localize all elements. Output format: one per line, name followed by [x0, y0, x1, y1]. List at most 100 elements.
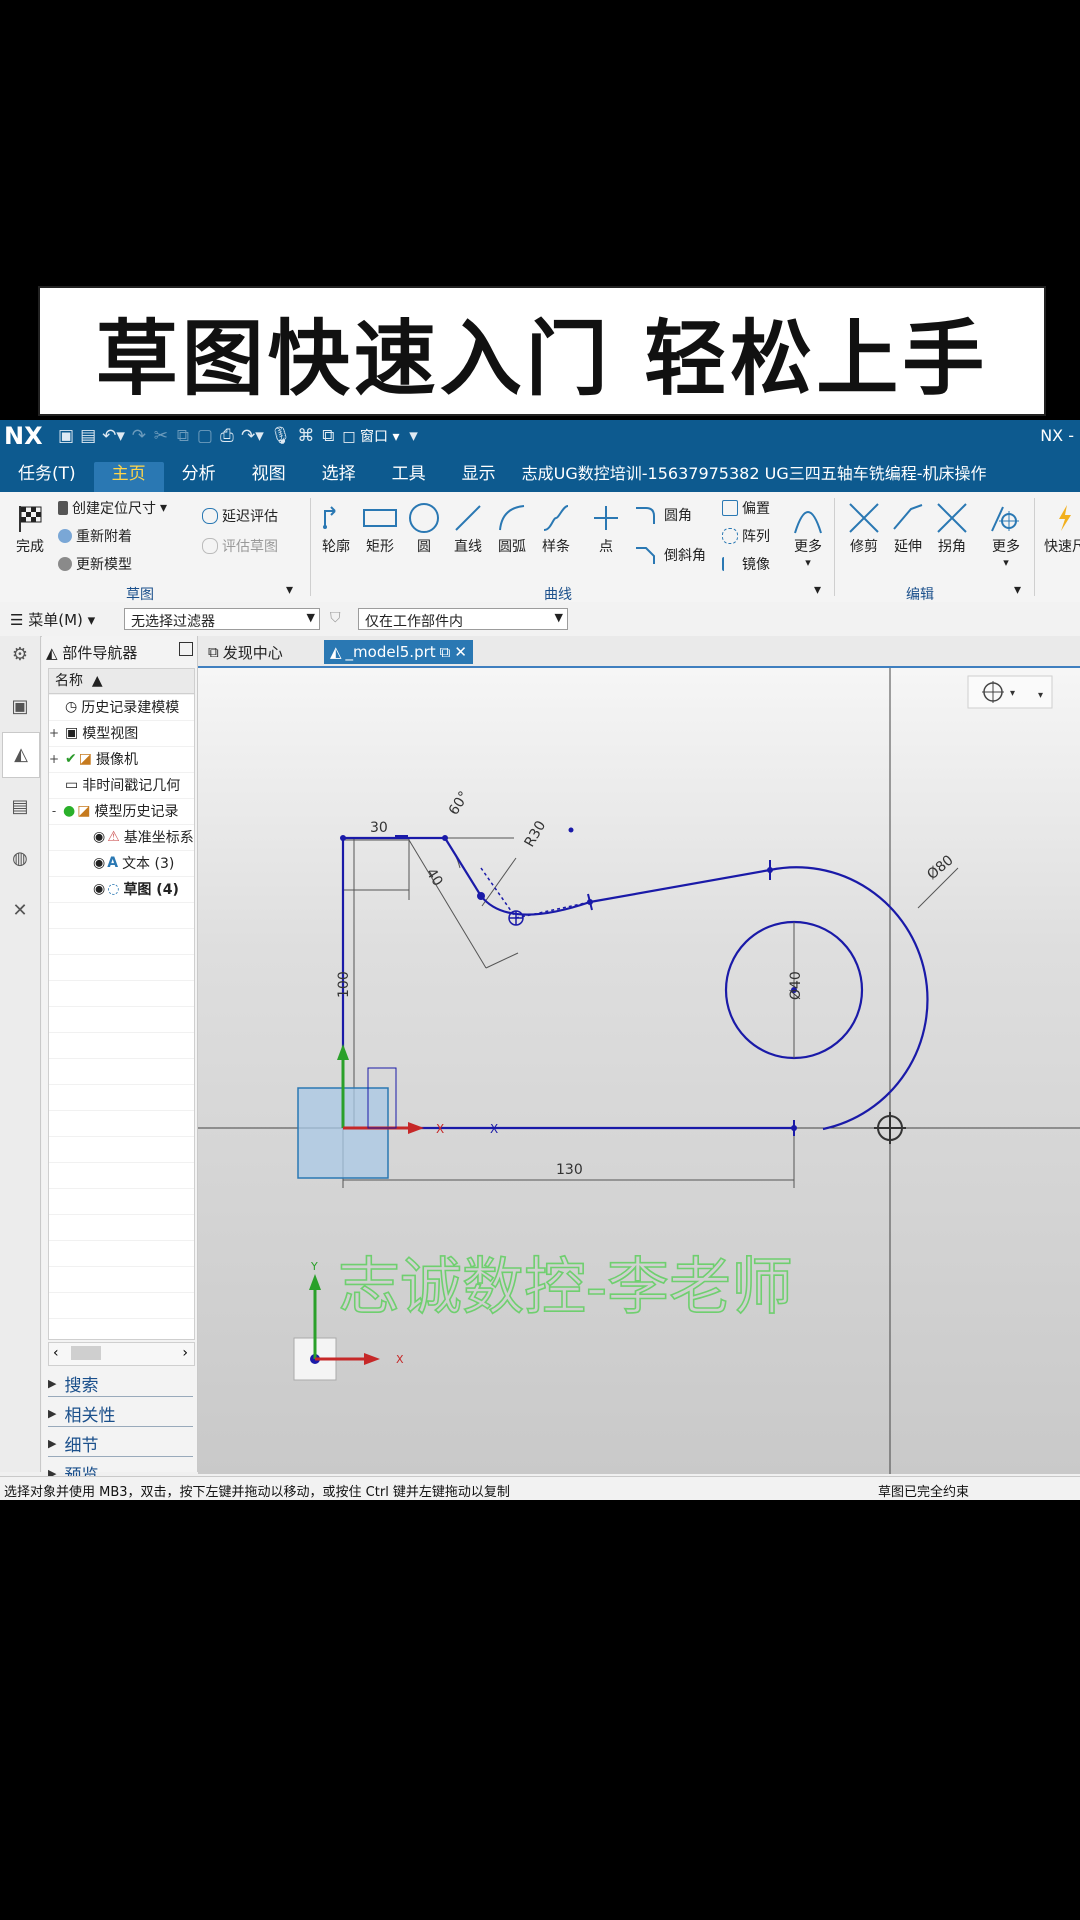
part-navigator-icon[interactable]: ◭ [2, 732, 40, 778]
pattern-button[interactable]: 阵列 [722, 526, 770, 546]
visibility-eye-icon[interactable]: ◉ [93, 855, 105, 871]
customize-icon[interactable]: ▾ [406, 426, 422, 446]
create-dimension-button[interactable]: 创建定位尺寸 ▾ [58, 498, 167, 518]
window-menu[interactable]: □ 窗口 ▾ [342, 426, 399, 446]
profile-button[interactable]: 轮廓 [314, 500, 358, 556]
extend-button[interactable]: 延伸 [886, 500, 930, 556]
tab-discovery-center[interactable]: ⧉ 发现中心 [202, 640, 289, 664]
scroll-left-icon[interactable]: ‹ [53, 1345, 59, 1361]
rectangle-button[interactable]: 矩形 [358, 500, 402, 556]
tree-node-unused-items[interactable]: ▭ 非时间戳记几何 [49, 772, 194, 798]
tab-task[interactable]: 任务(T) [0, 462, 94, 492]
finish-sketch-button[interactable]: 完成 [8, 500, 52, 556]
curve-group-expand-icon[interactable]: ▾ [814, 582, 821, 598]
main-menu-button[interactable]: ☰ 菜单(M) ▾ [10, 609, 95, 630]
arc-button[interactable]: 圆弧 [490, 500, 534, 556]
tab-home[interactable]: 主页 [93, 462, 164, 492]
tools-icon[interactable]: ✕ [8, 900, 32, 924]
copy-icon[interactable]: ⧉ [175, 426, 191, 446]
edit-more-button[interactable]: 更多 ▾ [984, 500, 1028, 569]
tree-node-text[interactable]: ◉ A 文本 (3) [49, 850, 194, 876]
reattach-button[interactable]: 重新附着 [58, 526, 132, 546]
quick-dimension-button[interactable]: 快速尺 [1040, 500, 1080, 556]
trim-button[interactable]: 修剪 [842, 500, 886, 556]
dimension-60-deg[interactable]: 60° [446, 789, 473, 819]
visibility-eye-icon[interactable]: ◉ [93, 881, 105, 897]
circle-button[interactable]: 圆 [402, 500, 446, 556]
fillet-button[interactable]: 圆角 [634, 504, 692, 526]
dimension-r30[interactable]: R30 [522, 818, 550, 850]
edit-group-expand-icon[interactable]: ▾ [1014, 582, 1021, 598]
scope-select[interactable]: 仅在工作部件内 ▼ [358, 608, 568, 630]
tab-tools[interactable]: 工具 [374, 462, 444, 492]
graphics-viewport[interactable]: 30 40 60° R30 100 130 Ø80 Ø40 X X 志诚数控-李… [198, 668, 1080, 1474]
cut-icon[interactable]: ✂ [153, 426, 169, 446]
section-search[interactable]: ▶ 搜索 [48, 1370, 193, 1397]
tab-view[interactable]: 视图 [234, 462, 304, 492]
line-button[interactable]: 直线 [446, 500, 490, 556]
sketch-group-expand-icon[interactable]: ▾ [286, 582, 293, 598]
tree-node-datum-csys[interactable]: ◉ ⚠ 基准坐标系 [49, 824, 194, 850]
tab-display[interactable]: 显示 [444, 462, 514, 492]
point-button[interactable]: 点 [584, 500, 628, 556]
mirror-button[interactable]: 镜像 [722, 554, 770, 574]
scroll-right-icon[interactable]: › [182, 1345, 188, 1361]
section-dependencies[interactable]: ▶ 相关性 [48, 1400, 193, 1427]
tab-select[interactable]: 选择 [304, 462, 374, 492]
settings-icon[interactable]: ⚙ [8, 644, 32, 668]
sketch-y-arrow [337, 1044, 349, 1060]
tab-menu-icon[interactable]: ⧉ [440, 643, 451, 661]
window-switch-icon[interactable]: ⧉ [320, 426, 336, 446]
dimension-130[interactable]: 130 [556, 1162, 583, 1178]
dimension-dia-40[interactable]: Ø40 [788, 971, 804, 1000]
curve-group-label: 曲线 [544, 587, 572, 603]
tree-node-sketch[interactable]: ◉ ◌ 草图 (4) [49, 876, 194, 902]
status-prompt: 选择对象并使用 MB3，双击，按下左键并拖动以移动，或按住 Ctrl 键并左键拖… [4, 1485, 510, 1500]
arc-label: 圆弧 [498, 539, 526, 555]
horizontal-scrollbar[interactable]: ‹ › [48, 1342, 195, 1366]
name-column-header[interactable]: 名称 ▲ [49, 669, 194, 694]
filter-funnel-icon[interactable]: ⛉ [330, 610, 341, 626]
close-icon[interactable]: ✕ [454, 643, 467, 661]
spline-button[interactable]: 样条 [534, 500, 578, 556]
panel-close-icon[interactable] [179, 642, 193, 656]
microphone-icon[interactable]: 🎙 [270, 426, 292, 446]
touch-mode-icon[interactable]: ⌘ [297, 426, 314, 446]
tree-node-history-mode[interactable]: ◷ 历史记录建模模 [49, 694, 194, 720]
type-filter-select[interactable]: 无选择过滤器 ▼ [124, 608, 320, 630]
paste-icon[interactable]: ▢ [197, 426, 213, 446]
evaluate-sketch-button[interactable]: 评估草图 [202, 536, 278, 556]
tree-node-model-history[interactable]: - ● ◪ 模型历史记录 [49, 798, 194, 824]
tree-node-cameras[interactable]: + ✔ ◪ 摄像机 [49, 746, 194, 772]
tab-analysis[interactable]: 分析 [164, 462, 234, 492]
visibility-eye-icon[interactable]: ◉ [93, 829, 105, 845]
curve-more-button[interactable]: 更多 ▾ [786, 500, 830, 569]
save-icon[interactable]: ▣ [58, 426, 74, 446]
tab-model-file[interactable]: ◭ _model5.prt ⧉ ✕ [324, 640, 473, 664]
document-tab-bar: ⧉ 发现中心 ◭ _model5.prt ⧉ ✕ [198, 636, 1080, 668]
tree-node-label: 非时间戳记几何 [82, 778, 181, 794]
chamfer-button[interactable]: 倒斜角 [634, 544, 706, 566]
section-details[interactable]: ▶ 细节 [48, 1430, 193, 1457]
save-all-icon[interactable]: ▤ [80, 426, 96, 446]
dimension-30[interactable]: 30 [370, 820, 388, 836]
reuse-library-icon[interactable]: ▤ [8, 796, 32, 820]
print-icon[interactable]: ⎙ [219, 426, 235, 446]
web-browser-icon[interactable]: ◍ [8, 848, 32, 872]
scrollbar-thumb[interactable] [71, 1346, 101, 1360]
dimension-100[interactable]: 100 [336, 971, 352, 998]
chevron-down-icon[interactable]: ▾ [1010, 688, 1015, 699]
assembly-navigator-icon[interactable]: ▣ [8, 696, 32, 720]
update-model-button[interactable]: 更新模型 [58, 554, 132, 574]
tree-node-model-views[interactable]: + ▣ 模型视图 [49, 720, 194, 746]
sketch-canvas[interactable]: 30 40 60° R30 100 130 Ø80 Ø40 X X 志诚数控-李… [198, 668, 1080, 1474]
command-icon[interactable]: ↷▾ [241, 426, 264, 446]
delay-evaluation-button[interactable]: 延迟评估 [202, 506, 278, 526]
chevron-down-icon[interactable]: ▾ [1038, 690, 1043, 701]
redo-icon[interactable]: ↷ [131, 426, 147, 446]
scope-value: 仅在工作部件内 [365, 614, 463, 630]
undo-icon[interactable]: ↶▾ [102, 426, 125, 446]
dimension-dia-80[interactable]: Ø80 [924, 852, 956, 883]
corner-button[interactable]: 拐角 [930, 500, 974, 556]
offset-button[interactable]: 偏置 [722, 498, 770, 518]
